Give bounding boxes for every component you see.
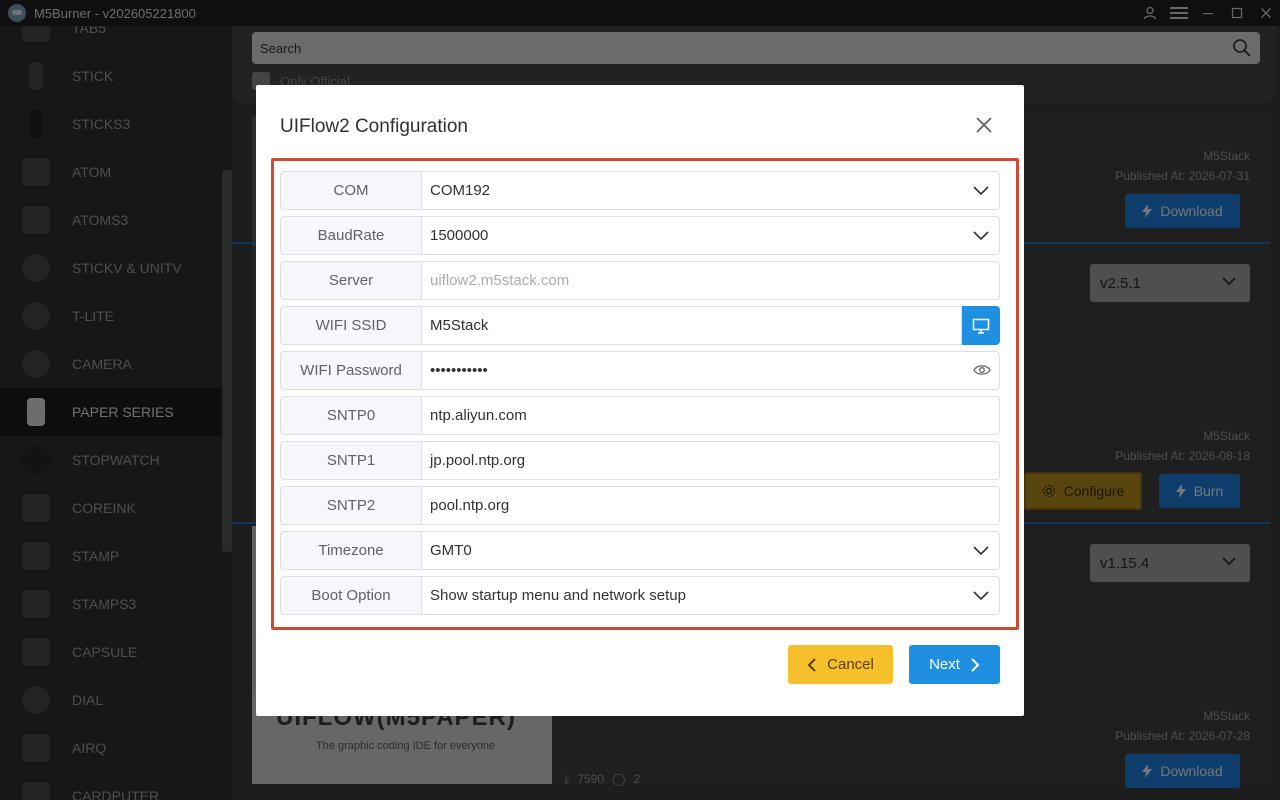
chevron-down-icon <box>973 231 989 241</box>
wifi-scan-button[interactable] <box>962 306 1000 345</box>
chevron-down-icon <box>973 591 989 601</box>
sntp0-value: ntp.aliyun.com <box>430 407 527 424</box>
server-input[interactable]: uiflow2.m5stack.com <box>421 261 1000 300</box>
wifi-ssid-input[interactable]: M5Stack <box>421 306 962 345</box>
server-row: Server uiflow2.m5stack.com <box>280 261 1000 300</box>
server-placeholder: uiflow2.m5stack.com <box>430 272 570 289</box>
monitor-icon <box>972 318 990 334</box>
wifi-ssid-value: M5Stack <box>430 317 489 334</box>
boot-option-select[interactable]: Show startup menu and network setup <box>421 576 1000 615</box>
chevron-down-icon <box>973 186 989 196</box>
cancel-button[interactable]: Cancel <box>788 645 893 684</box>
baudrate-select[interactable]: 1500000 <box>421 216 1000 255</box>
wifi-ssid-label: WIFI SSID <box>280 306 421 345</box>
com-select[interactable]: COM192 <box>421 171 1000 210</box>
timezone-select[interactable]: GMT0 <box>421 531 1000 570</box>
sntp2-row: SNTP2 pool.ntp.org <box>280 486 1000 525</box>
baudrate-row: BaudRate 1500000 <box>280 216 1000 255</box>
com-label: COM <box>280 171 421 210</box>
uiflow2-configuration-dialog: UIFlow2 Configuration COM COM192 BaudRat… <box>256 85 1024 716</box>
sntp0-input[interactable]: ntp.aliyun.com <box>421 396 1000 435</box>
sntp0-label: SNTP0 <box>280 396 421 435</box>
eye-icon[interactable] <box>973 363 991 377</box>
com-value: COM192 <box>430 182 491 199</box>
close-icon[interactable] <box>974 115 994 135</box>
timezone-row: Timezone GMT0 <box>280 531 1000 570</box>
wifi-password-row: WIFI Password ••••••••••• <box>280 351 1000 390</box>
wifi-password-input[interactable]: ••••••••••• <box>421 351 1000 390</box>
baudrate-label: BaudRate <box>280 216 421 255</box>
sntp2-label: SNTP2 <box>280 486 421 525</box>
chevron-left-icon <box>807 657 816 672</box>
wifi-password-label: WIFI Password <box>280 351 421 390</box>
boot-option-value: Show startup menu and network setup <box>430 587 686 604</box>
cancel-button-label: Cancel <box>827 656 874 673</box>
timezone-label: Timezone <box>280 531 421 570</box>
wifi-password-value: ••••••••••• <box>430 362 488 379</box>
boot-option-row: Boot Option Show startup menu and networ… <box>280 576 1000 615</box>
sntp2-input[interactable]: pool.ntp.org <box>421 486 1000 525</box>
sntp1-value: jp.pool.ntp.org <box>430 452 526 469</box>
boot-option-label: Boot Option <box>280 576 421 615</box>
server-label: Server <box>280 261 421 300</box>
next-button[interactable]: Next <box>909 645 1000 684</box>
sntp2-value: pool.ntp.org <box>430 497 510 514</box>
dialog-title: UIFlow2 Configuration <box>280 116 468 137</box>
sntp1-label: SNTP1 <box>280 441 421 480</box>
wifi-ssid-row: WIFI SSID M5Stack <box>280 306 1000 345</box>
next-button-label: Next <box>929 656 960 673</box>
sntp1-input[interactable]: jp.pool.ntp.org <box>421 441 1000 480</box>
chevron-right-icon <box>971 657 980 672</box>
sntp0-row: SNTP0 ntp.aliyun.com <box>280 396 1000 435</box>
timezone-value: GMT0 <box>430 542 472 559</box>
sntp1-row: SNTP1 jp.pool.ntp.org <box>280 441 1000 480</box>
com-row: COM COM192 <box>280 171 1000 210</box>
baudrate-value: 1500000 <box>430 227 489 244</box>
chevron-down-icon <box>973 546 989 556</box>
